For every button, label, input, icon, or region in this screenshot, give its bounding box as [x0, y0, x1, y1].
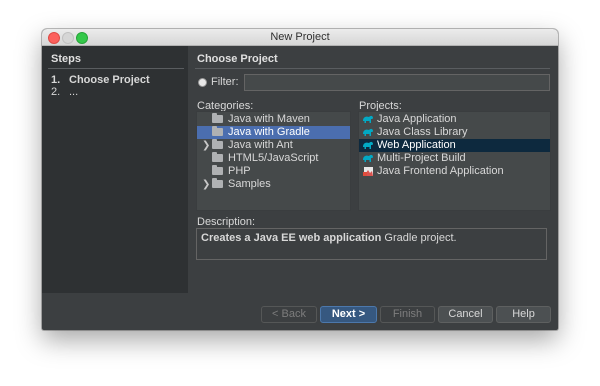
folder-icon	[212, 178, 223, 188]
description-text: Gradle project.	[381, 232, 457, 244]
main-divider	[195, 68, 550, 69]
category-label: Samples	[228, 178, 271, 190]
folder-icon	[212, 152, 223, 162]
project-label: Java Application	[377, 113, 457, 125]
category-label: Java with Ant	[228, 139, 293, 151]
project-label: Java Frontend Application	[377, 165, 504, 177]
gradle-elephant-icon	[363, 115, 373, 123]
filter-input[interactable]	[244, 74, 550, 91]
main-heading: Choose Project	[197, 53, 278, 65]
filter-radio[interactable]	[198, 78, 207, 87]
projects-list[interactable]: Java Application Java Class Library Web …	[358, 111, 551, 211]
title-bar: New Project	[42, 29, 558, 46]
step-label: ...	[69, 86, 79, 98]
description-bold-text: Creates a Java EE web application	[201, 232, 382, 244]
gradle-elephant-icon	[363, 141, 373, 149]
category-label: Java with Maven	[228, 113, 310, 125]
new-project-dialog: New Project Steps 1. Choose Project 2....…	[42, 29, 558, 330]
step-number: 1.	[51, 74, 61, 86]
project-label: Web Application	[377, 139, 456, 151]
category-item[interactable]: PHP	[197, 165, 350, 178]
category-item[interactable]: HTML5/JavaScript	[197, 152, 350, 165]
help-button[interactable]: Help	[496, 306, 551, 323]
project-label: Java Class Library	[377, 126, 468, 138]
steps-heading: Steps	[51, 53, 81, 65]
project-item[interactable]: Java Class Library	[359, 126, 550, 139]
categories-list[interactable]: Java with Maven Java with Gradle ❯ Java …	[196, 111, 351, 211]
filter-label: Filter:	[211, 76, 239, 88]
project-label: Multi-Project Build	[377, 152, 466, 164]
folder-icon	[212, 165, 223, 175]
description-label: Description:	[197, 216, 256, 228]
finish-button[interactable]: Finish	[380, 306, 435, 323]
folder-icon	[212, 113, 223, 123]
project-item[interactable]: Multi-Project Build	[359, 152, 550, 165]
step-item: 2....	[51, 86, 78, 98]
folder-icon	[212, 139, 223, 149]
gradle-elephant-icon	[363, 128, 373, 136]
category-label: PHP	[228, 165, 251, 177]
category-item-selected[interactable]: Java with Gradle	[197, 126, 350, 139]
step-label: Choose Project	[69, 74, 150, 86]
steps-divider	[48, 68, 184, 69]
steps-pane: Steps 1. Choose Project 2....	[42, 46, 188, 293]
frontend-app-icon	[363, 167, 373, 176]
gradle-elephant-icon	[363, 154, 373, 162]
next-button[interactable]: Next >	[320, 306, 377, 323]
category-label: HTML5/JavaScript	[228, 152, 319, 164]
chevron-right-icon[interactable]: ❯	[202, 139, 210, 152]
project-item-selected[interactable]: Web Application	[359, 139, 550, 152]
cancel-button[interactable]: Cancel	[438, 306, 493, 323]
description-box: Creates a Java EE web application Gradle…	[196, 228, 547, 260]
category-label: Java with Gradle	[228, 126, 310, 138]
category-item[interactable]: Java with Maven	[197, 113, 350, 126]
back-button[interactable]: < Back	[261, 306, 317, 323]
project-item[interactable]: Java Application	[359, 113, 550, 126]
category-item[interactable]: ❯ Java with Ant	[197, 139, 350, 152]
step-number: 2.	[51, 86, 61, 98]
project-item[interactable]: Java Frontend Application	[359, 165, 550, 178]
step-item: 1. Choose Project	[51, 74, 150, 86]
window-title: New Project	[270, 31, 330, 43]
chevron-right-icon[interactable]: ❯	[202, 178, 210, 191]
folder-icon	[212, 126, 223, 136]
category-item[interactable]: ❯ Samples	[197, 178, 350, 191]
